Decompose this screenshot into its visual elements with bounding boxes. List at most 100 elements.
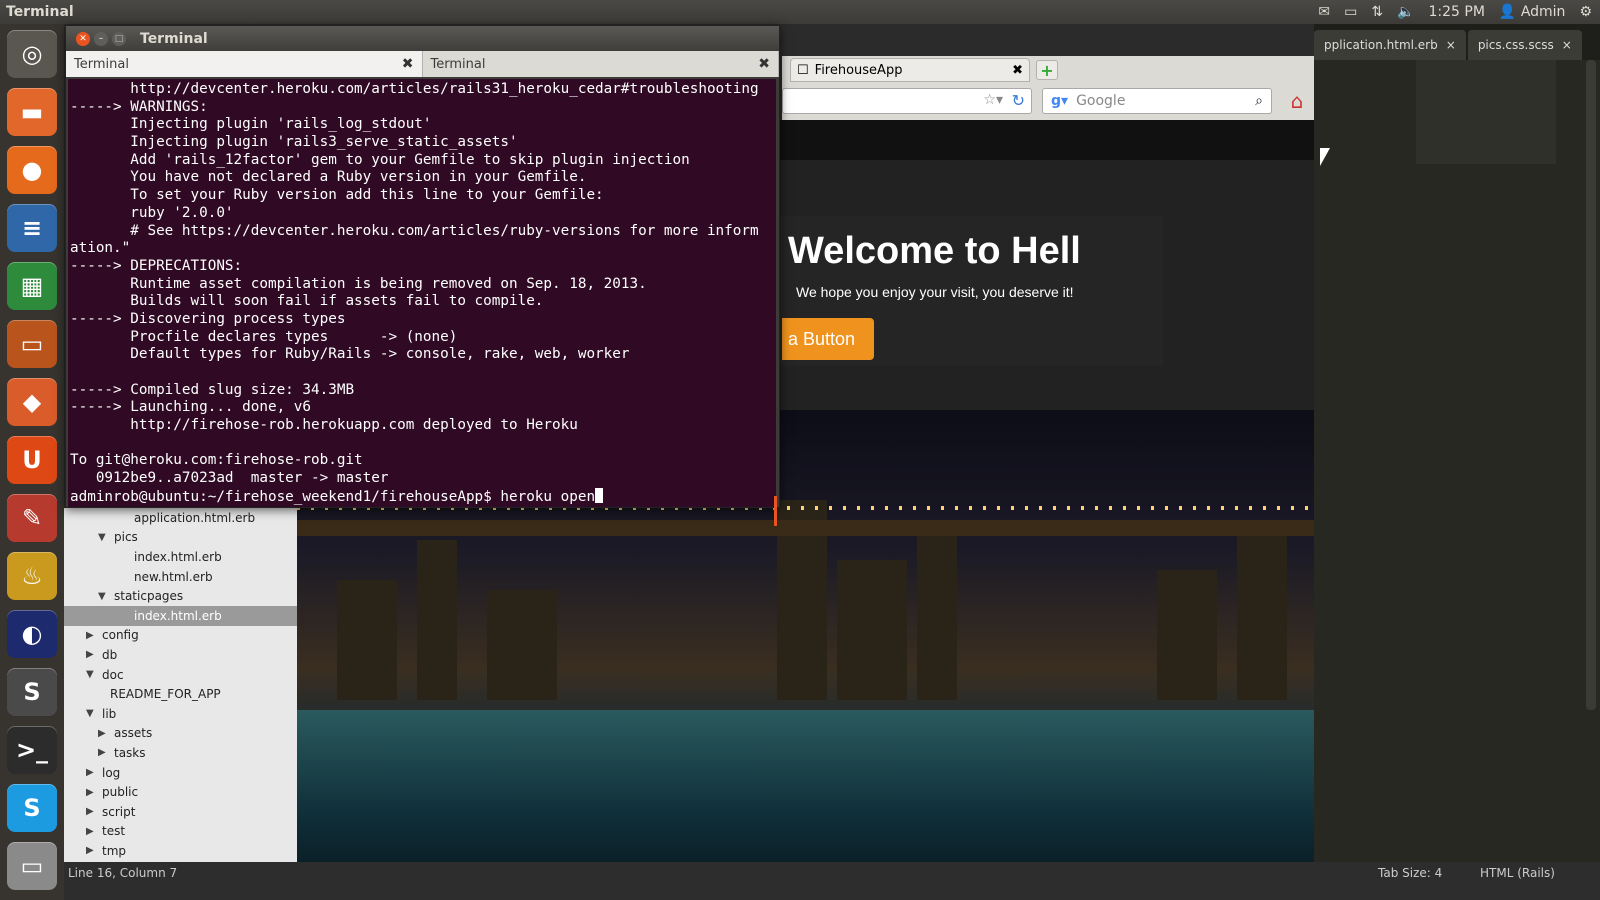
clock[interactable]: 1:25 PM (1429, 4, 1485, 20)
editor-tab-bar: pplication.html.erb × pics.css.scss × (1314, 24, 1600, 60)
firefox-icon[interactable]: ● (7, 146, 57, 194)
new-tab-button[interactable]: + (1036, 60, 1058, 80)
software-center-icon[interactable]: ◆ (7, 378, 57, 426)
impress-icon[interactable]: ▭ (7, 320, 57, 368)
tree-folder[interactable]: ▶ public (64, 782, 297, 802)
expanded-triangle-icon[interactable]: ▼ (86, 708, 98, 719)
tree-file[interactable]: index.html.erb (64, 547, 297, 567)
editor-tab-application[interactable]: pplication.html.erb × (1314, 30, 1466, 60)
writer-icon[interactable]: ≡ (7, 204, 57, 252)
terminal-titlebar[interactable]: ✕ – □ Terminal (66, 26, 779, 51)
tree-file[interactable]: index.html.erb (64, 605, 297, 626)
battery-icon[interactable]: ▭ (1344, 4, 1357, 20)
google-icon[interactable]: g▾ (1051, 93, 1068, 109)
terminal-icon[interactable]: >_ (7, 726, 57, 774)
calc-icon[interactable]: ▦ (7, 262, 57, 310)
tree-folder[interactable]: ▶ db (64, 645, 297, 665)
user-menu[interactable]: 👤 Admin (1499, 4, 1566, 20)
expanded-triangle-icon[interactable]: ▼ (86, 669, 98, 680)
system-settings-icon[interactable]: ✎ (7, 494, 57, 542)
minimap[interactable] (1416, 60, 1556, 164)
collapsed-triangle-icon[interactable]: ▶ (86, 806, 98, 817)
genie-icon[interactable]: ♨ (7, 552, 57, 600)
search-box[interactable]: g▾ Google ⌕ (1042, 88, 1272, 114)
collapsed-triangle-icon[interactable]: ▶ (86, 767, 98, 778)
user-icon: 👤 (1498, 4, 1517, 20)
tree-folder[interactable]: ▶ assets (64, 724, 297, 744)
firefox-toolbar: ☐ FirehouseApp ✖ + ☆▾ ↻ g▾ Google ⌕ ⌂ (782, 56, 1314, 120)
bookmark-star-icon[interactable]: ☆▾ (983, 92, 1003, 108)
volume-icon[interactable]: 🔈 (1397, 4, 1414, 20)
editor-tab-pics-css[interactable]: pics.css.scss × (1467, 30, 1582, 60)
collapsed-triangle-icon[interactable]: ▶ (86, 649, 98, 660)
hero-button[interactable]: a Button (782, 318, 874, 360)
eclipse-icon[interactable]: ◐ (7, 610, 57, 658)
terminal-tab-label: Terminal (74, 56, 129, 72)
tree-file[interactable]: application.html.erb (64, 508, 297, 528)
terminal-line: http://firehose-rob.herokuapp.com deploy… (70, 417, 578, 434)
close-icon[interactable]: × (1562, 38, 1572, 52)
tree-folder[interactable]: ▶ tasks (64, 743, 297, 763)
tree-folder[interactable]: ▼ lib (64, 704, 297, 724)
sublime-text-icon[interactable]: S (7, 668, 57, 716)
editor-tab-label: pics.css.scss (1477, 38, 1554, 52)
expanded-triangle-icon[interactable]: ▼ (98, 591, 110, 602)
network-icon[interactable]: ⇅ (1371, 4, 1383, 20)
reload-icon[interactable]: ↻ (1012, 91, 1025, 110)
mail-icon[interactable]: ✉ (1318, 4, 1330, 20)
home-icon[interactable]: ⌂ (1284, 88, 1310, 114)
tree-folder[interactable]: ▶ config (64, 626, 297, 646)
terminal-line: -----> Compiled slug size: 34.3MB (70, 381, 355, 398)
collapsed-triangle-icon[interactable]: ▶ (86, 630, 98, 641)
terminal-tab-2[interactable]: Terminal ✖ (423, 51, 779, 77)
collapsed-triangle-icon[interactable]: ▶ (86, 826, 98, 837)
tree-folder[interactable]: ▼ doc (64, 665, 297, 685)
terminal-line: You have not declared a Ruby version in … (70, 169, 587, 186)
tree-label: assets (114, 726, 153, 741)
close-icon[interactable]: × (1446, 38, 1456, 52)
user-name: Admin (1520, 4, 1566, 20)
ubuntu-one-icon[interactable]: U (7, 436, 57, 484)
editor-scrollbar[interactable] (1586, 60, 1596, 710)
text-cursor (595, 487, 604, 503)
browser-tab[interactable]: ☐ FirehouseApp ✖ (790, 58, 1030, 82)
collapsed-triangle-icon[interactable]: ▶ (98, 747, 110, 758)
collapsed-triangle-icon[interactable]: ▶ (86, 787, 98, 798)
disk-icon[interactable]: ▭ (7, 842, 57, 890)
minimize-icon[interactable]: – (94, 31, 108, 46)
collapsed-triangle-icon[interactable]: ▶ (86, 845, 98, 856)
close-icon[interactable]: ✖ (402, 56, 414, 72)
files-icon[interactable]: ▬ (7, 88, 57, 136)
tab-size-selector[interactable]: Tab Size: 4 (1378, 866, 1442, 880)
tree-folder[interactable]: ▶ script (64, 802, 297, 822)
collapsed-triangle-icon[interactable]: ▶ (98, 728, 110, 739)
gear-icon[interactable]: ⚙ (1579, 4, 1592, 20)
syntax-selector[interactable]: HTML (Rails) (1480, 866, 1555, 880)
close-icon[interactable]: ✖ (1012, 63, 1023, 78)
maximize-icon[interactable]: □ (112, 31, 126, 46)
tree-folder[interactable]: ▼ pics (64, 528, 297, 548)
tree-file[interactable]: README_FOR_APP (64, 684, 297, 704)
tree-folder[interactable]: ▶ test (64, 822, 297, 842)
dash-home-icon[interactable]: ◎ (7, 30, 57, 78)
tree-folder[interactable]: ▶ tmp (64, 841, 297, 861)
skype-icon[interactable]: S (7, 784, 57, 832)
tree-folder[interactable]: ▼ staticpages (64, 586, 297, 606)
tree-file[interactable]: new.html.erb (64, 567, 297, 587)
tree-folder[interactable]: ▶ log (64, 763, 297, 783)
active-app-title: Terminal (6, 4, 74, 20)
terminal-prompt-line[interactable]: adminrob@ubuntu:~/firehose_weekend1/fire… (70, 487, 774, 507)
terminal-output[interactable]: http://devcenter.heroku.com/articles/rai… (68, 79, 776, 507)
tree-label: application.html.erb (134, 510, 256, 525)
terminal-prompt: adminrob@ubuntu:~/firehose_weekend1/fire… (70, 488, 501, 505)
hero-title: Welcome to Hell (788, 230, 1081, 272)
close-icon[interactable]: ✖ (758, 56, 770, 72)
tree-label: tasks (114, 745, 146, 760)
close-icon[interactable]: ✕ (76, 31, 90, 46)
search-icon[interactable]: ⌕ (1255, 93, 1263, 109)
expanded-triangle-icon[interactable]: ▼ (98, 532, 110, 543)
terminal-scrollbar[interactable] (774, 496, 777, 526)
url-bar[interactable]: ☆▾ ↻ (782, 88, 1032, 114)
terminal-tab-1[interactable]: Terminal ✖ (66, 51, 423, 77)
